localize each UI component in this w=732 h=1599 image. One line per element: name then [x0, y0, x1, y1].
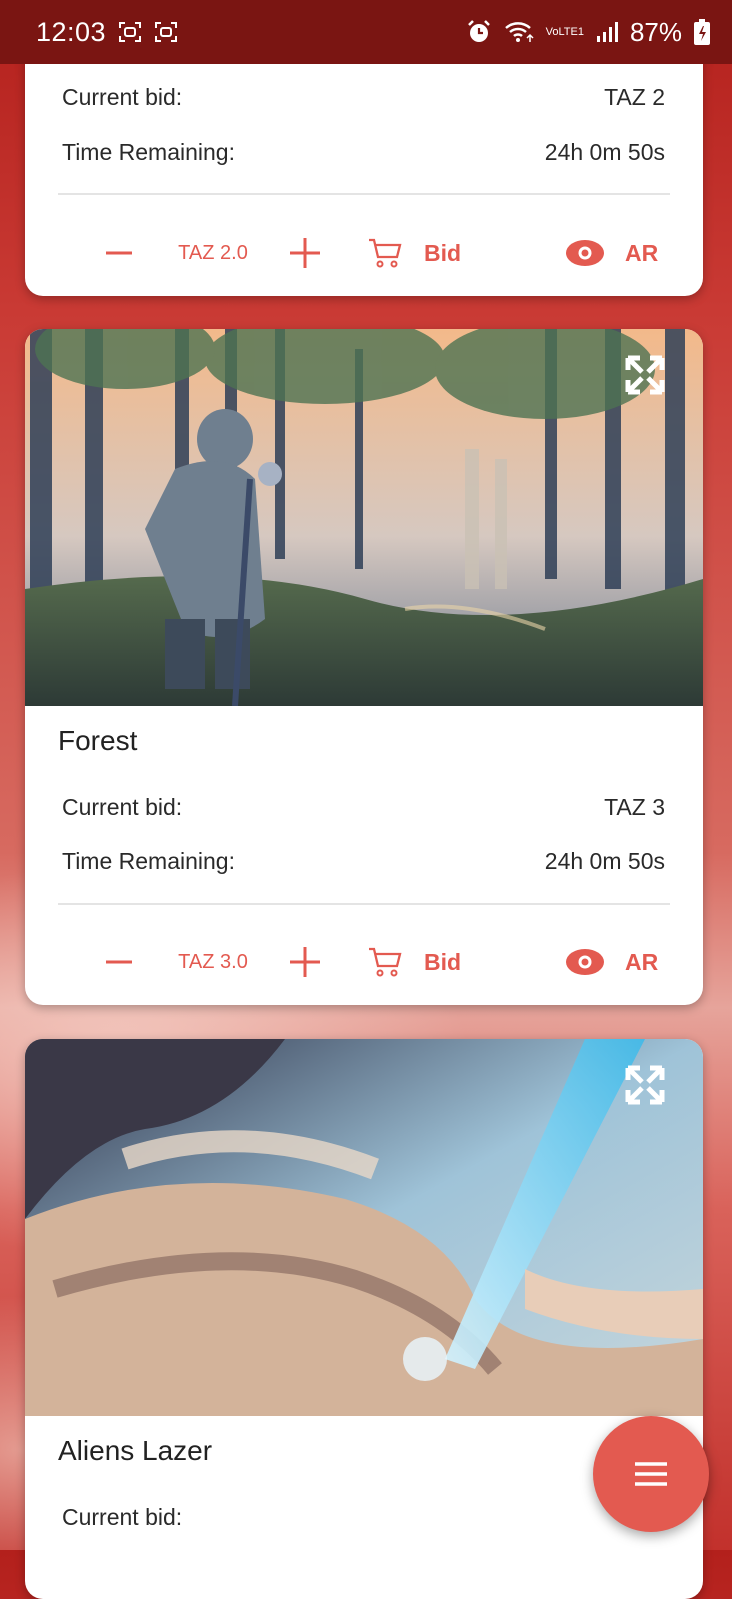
cart-icon [369, 238, 402, 268]
status-time: 12:03 [36, 16, 107, 47]
increase-bid-button[interactable] [288, 236, 322, 270]
plus-icon [290, 947, 320, 977]
bid-actions: TAZ 2.0 Bid AR [25, 223, 703, 283]
artwork-title: Aliens Lazer [58, 1435, 213, 1466]
ar-label: AR [625, 948, 659, 975]
ar-button[interactable]: AR [565, 942, 658, 982]
bid-button[interactable]: Bid [368, 233, 461, 273]
bid-button[interactable]: Bid [368, 942, 461, 982]
screen-capture-icon [119, 22, 142, 42]
minus-icon [106, 960, 132, 964]
wifi-icon [504, 22, 534, 42]
increase-bid-button[interactable] [288, 945, 322, 979]
decrease-bid-button[interactable] [103, 237, 135, 269]
time-remaining-label: Time Remaining: [62, 848, 235, 874]
bid-amount: TAZ 3.0 [178, 950, 248, 973]
aliens-lazer-artwork-image[interactable] [25, 1039, 703, 1416]
menu-icon [635, 1462, 667, 1486]
cart-icon [369, 947, 402, 977]
ar-label: AR [625, 239, 659, 266]
bid-label: Bid [424, 239, 462, 266]
artwork-title: Forest [58, 725, 138, 756]
current-bid-row: Current bid: TA [62, 1504, 665, 1531]
current-bid-label: Current bid: [62, 84, 183, 110]
bid-label: Bid [424, 948, 462, 975]
ar-button[interactable]: AR [565, 233, 658, 273]
status-bar: 12:03 VoLTE1 87% [0, 0, 732, 64]
forest-artwork-image[interactable] [25, 329, 703, 706]
current-bid-value: TAZ 3 [604, 794, 665, 820]
decrease-bid-button[interactable] [103, 946, 135, 978]
divider [58, 903, 670, 905]
current-bid-label: Current bid: [62, 794, 183, 820]
current-bid-row: Current bid: TAZ 3 [62, 794, 665, 821]
time-remaining-row: Time Remaining: 24h 0m 50s [62, 139, 665, 166]
artwork-card: Forest Current bid: TAZ 3 Time Remaining… [25, 329, 703, 1005]
battery-percent: 87% [629, 16, 682, 47]
signal-icon [596, 22, 618, 42]
bid-actions: TAZ 3.0 Bid AR [25, 932, 703, 992]
time-remaining-row: Time Remaining: 24h 0m 50s [62, 848, 665, 875]
current-bid-label: Current bid: [62, 1504, 183, 1530]
alarm-icon [467, 20, 490, 42]
time-remaining-value: 24h 0m 50s [544, 139, 665, 165]
battery-icon [694, 19, 710, 45]
divider [58, 193, 670, 195]
current-bid-row: Current bid: TAZ 2 [62, 84, 665, 111]
network-type: VoLTE1 [545, 25, 584, 38]
time-remaining-value: 24h 0m 50s [544, 848, 665, 874]
expand-icon[interactable] [625, 1065, 665, 1105]
time-remaining-label: Time Remaining: [62, 139, 235, 165]
eye-icon [566, 240, 604, 266]
plus-icon [290, 238, 320, 268]
expand-icon[interactable] [625, 355, 665, 395]
screen-capture-icon [155, 22, 178, 42]
artwork-card: Aliens Lazer Current bid: TA [25, 1039, 703, 1599]
bid-amount: TAZ 2.0 [178, 241, 248, 264]
eye-icon [566, 949, 604, 975]
minus-icon [106, 251, 132, 255]
menu-fab-button[interactable] [593, 1416, 709, 1532]
current-bid-value: TAZ 2 [604, 84, 665, 110]
